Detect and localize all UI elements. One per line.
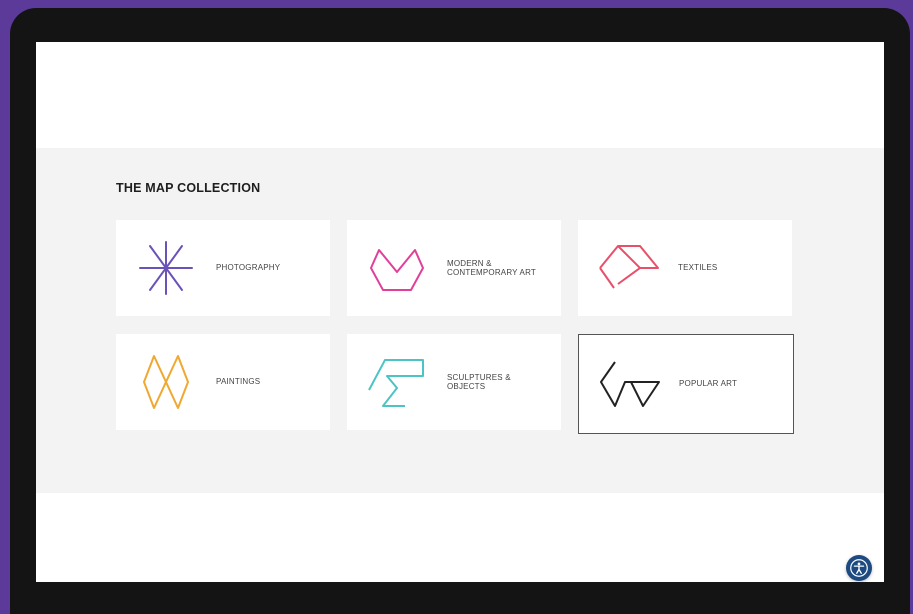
pedestal-icon [347, 334, 447, 430]
category-label: PHOTOGRAPHY [216, 263, 281, 273]
category-card-textiles[interactable]: TEXTILES [578, 220, 792, 316]
category-label: POPULAR ART [679, 379, 738, 389]
angle-triangle-icon [579, 336, 679, 432]
category-card-photography[interactable]: PHOTOGRAPHY [116, 220, 330, 316]
accessibility-icon [850, 559, 868, 577]
category-label: SCULPTURES & OBJECTS [447, 372, 511, 392]
folded-diamond-icon [578, 220, 678, 316]
tablet-frame: THE MAP COLLECTION PHOTOGRAPHY MODERN & … [10, 8, 910, 614]
category-card-paintings[interactable]: PAINTINGS [116, 334, 330, 430]
category-label: PAINTINGS [216, 377, 261, 387]
category-label: MODERN & CONTEMPORARY ART [447, 258, 536, 278]
asterisk-star-icon [116, 220, 216, 316]
category-card-modern-contemporary-art[interactable]: MODERN & CONTEMPORARY ART [347, 220, 561, 316]
collection-section: THE MAP COLLECTION PHOTOGRAPHY MODERN & … [36, 148, 884, 581]
category-card-sculptures-objects[interactable]: SCULPTURES & OBJECTS [347, 334, 561, 430]
hexagon-x-icon [116, 334, 216, 430]
category-card-popular-art[interactable]: POPULAR ART [578, 334, 794, 434]
section-title: THE MAP COLLECTION [116, 181, 261, 195]
category-label: TEXTILES [678, 263, 718, 273]
accessibility-button[interactable] [846, 555, 872, 581]
letter-m-icon [347, 220, 447, 316]
screen: THE MAP COLLECTION PHOTOGRAPHY MODERN & … [36, 42, 884, 582]
